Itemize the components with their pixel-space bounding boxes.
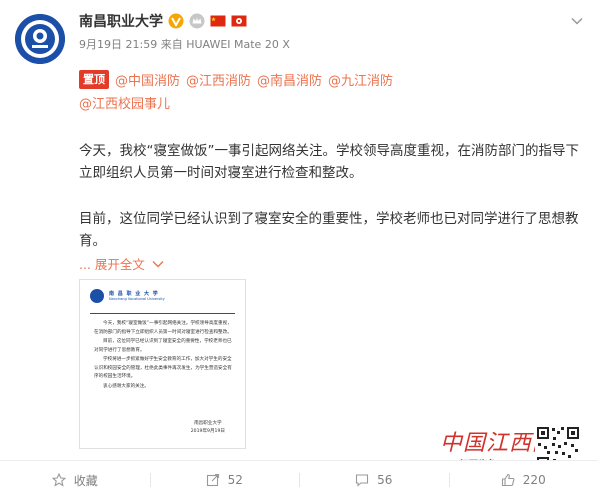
mention-line-1: 置顶 @中国消防 @江西消防 @南昌消防 @九江消防 bbox=[79, 70, 393, 89]
doc-signature: 南昌职业大学 2019年9月19日 bbox=[191, 420, 225, 436]
doc-subtitle: Nanchang Vocational University bbox=[109, 296, 165, 301]
source-prefix: 来自 bbox=[160, 38, 183, 51]
doc-signature-name: 南昌职业大学 bbox=[194, 421, 222, 426]
comment-count: 56 bbox=[377, 473, 393, 487]
pinned-label: 置顶 bbox=[83, 73, 105, 86]
mention-line-2: @江西校园事儿 bbox=[79, 93, 170, 112]
post-paragraph: 今天，我校“寝室做饭”一事引起网络关注。学校领导高度重视，在消防部门的指导下立即… bbox=[79, 143, 579, 181]
doc-paragraph: 目前，这位同学已经认识到了寝室安全的重要性，学校老师也已对同学进行了思想教育。 bbox=[94, 339, 232, 353]
verified-v-icon bbox=[168, 13, 184, 29]
post-header: 南昌职业大学 bbox=[79, 10, 247, 32]
mention-link[interactable]: @中国消防 bbox=[115, 70, 180, 89]
doc-paragraph: 今天，我校“寝室做饭”一事引起网络关注。学校领导高度重视，在消防部门的指导下立即… bbox=[94, 321, 232, 335]
post-meta: 9月19日 21:59 来自 HUAWEI Mate 20 X bbox=[79, 36, 290, 52]
weibo-post-card: 南昌职业大学 9月19日 21:59 来自 HUAWEI Mate 20 X 置… bbox=[0, 0, 598, 499]
school-logo-icon bbox=[90, 289, 104, 303]
thumb-up-icon bbox=[501, 473, 515, 487]
doc-paragraph: 衷心感谢大家的关注。 bbox=[103, 383, 149, 389]
chevron-down-icon[interactable] bbox=[570, 14, 584, 28]
favorite-button[interactable]: 收藏 bbox=[0, 461, 150, 499]
doc-divider bbox=[90, 313, 235, 314]
post-paragraph: 目前，这位同学已经认识到了寝室安全的重要性，学校老师也已对同学进行了思想教育。 bbox=[79, 211, 579, 249]
mention-link[interactable]: @江西消防 bbox=[186, 70, 251, 89]
china-flag-icon[interactable] bbox=[210, 13, 226, 29]
expand-label[interactable]: ... 展开全文 bbox=[79, 254, 145, 273]
doc-title: 南 昌 职 业 大 学 bbox=[109, 290, 159, 297]
device-source[interactable]: HUAWEI Mate 20 X bbox=[186, 38, 290, 51]
repost-button[interactable]: 52 bbox=[149, 461, 300, 499]
pinned-tag: 置顶 bbox=[79, 70, 109, 89]
star-icon bbox=[51, 473, 66, 487]
favorite-label: 收藏 bbox=[73, 473, 98, 488]
school-logo-icon bbox=[15, 14, 65, 64]
doc-signature-date: 2019年9月19日 bbox=[190, 429, 225, 434]
comment-icon bbox=[356, 474, 369, 487]
crown-badge-icon[interactable] bbox=[189, 13, 205, 29]
mention-link[interactable]: @江西校园事儿 bbox=[79, 93, 170, 112]
doc-paragraph: 学校将进一步抓紧做好学生安全教育的工作，加大对学生的安全认识和校园安全的管理，杜… bbox=[94, 357, 232, 379]
doc-letterhead: 南 昌 职 业 大 学 Nanchang Vocational Universi… bbox=[80, 280, 245, 312]
repost-icon bbox=[206, 473, 219, 487]
chevron-down-icon bbox=[152, 260, 164, 267]
avatar[interactable] bbox=[15, 14, 65, 64]
comment-button[interactable]: 56 bbox=[299, 461, 449, 499]
mention-link[interactable]: @九江消防 bbox=[328, 70, 393, 89]
doc-body: 今天，我校“寝室做饭”一事引起网络关注。学校领导高度重视，在消防部门的指导下立即… bbox=[94, 320, 233, 392]
post-time[interactable]: 9月19日 21:59 bbox=[79, 38, 157, 51]
repost-count: 52 bbox=[227, 473, 243, 487]
watermark-title: 中国江西网 bbox=[440, 431, 556, 456]
post-image-thumbnail[interactable]: 南 昌 职 业 大 学 Nanchang Vocational Universi… bbox=[79, 279, 246, 449]
expand-full-text-link[interactable]: ... 展开全文 bbox=[79, 254, 164, 273]
like-count: 220 bbox=[522, 473, 546, 487]
username[interactable]: 南昌职业大学 bbox=[79, 11, 163, 31]
like-button[interactable]: 220 bbox=[448, 461, 598, 499]
hongkong-flag-icon[interactable] bbox=[231, 13, 247, 29]
mention-link[interactable]: @南昌消防 bbox=[257, 70, 322, 89]
post-action-bar: 收藏 52 56 220 bbox=[0, 460, 598, 499]
